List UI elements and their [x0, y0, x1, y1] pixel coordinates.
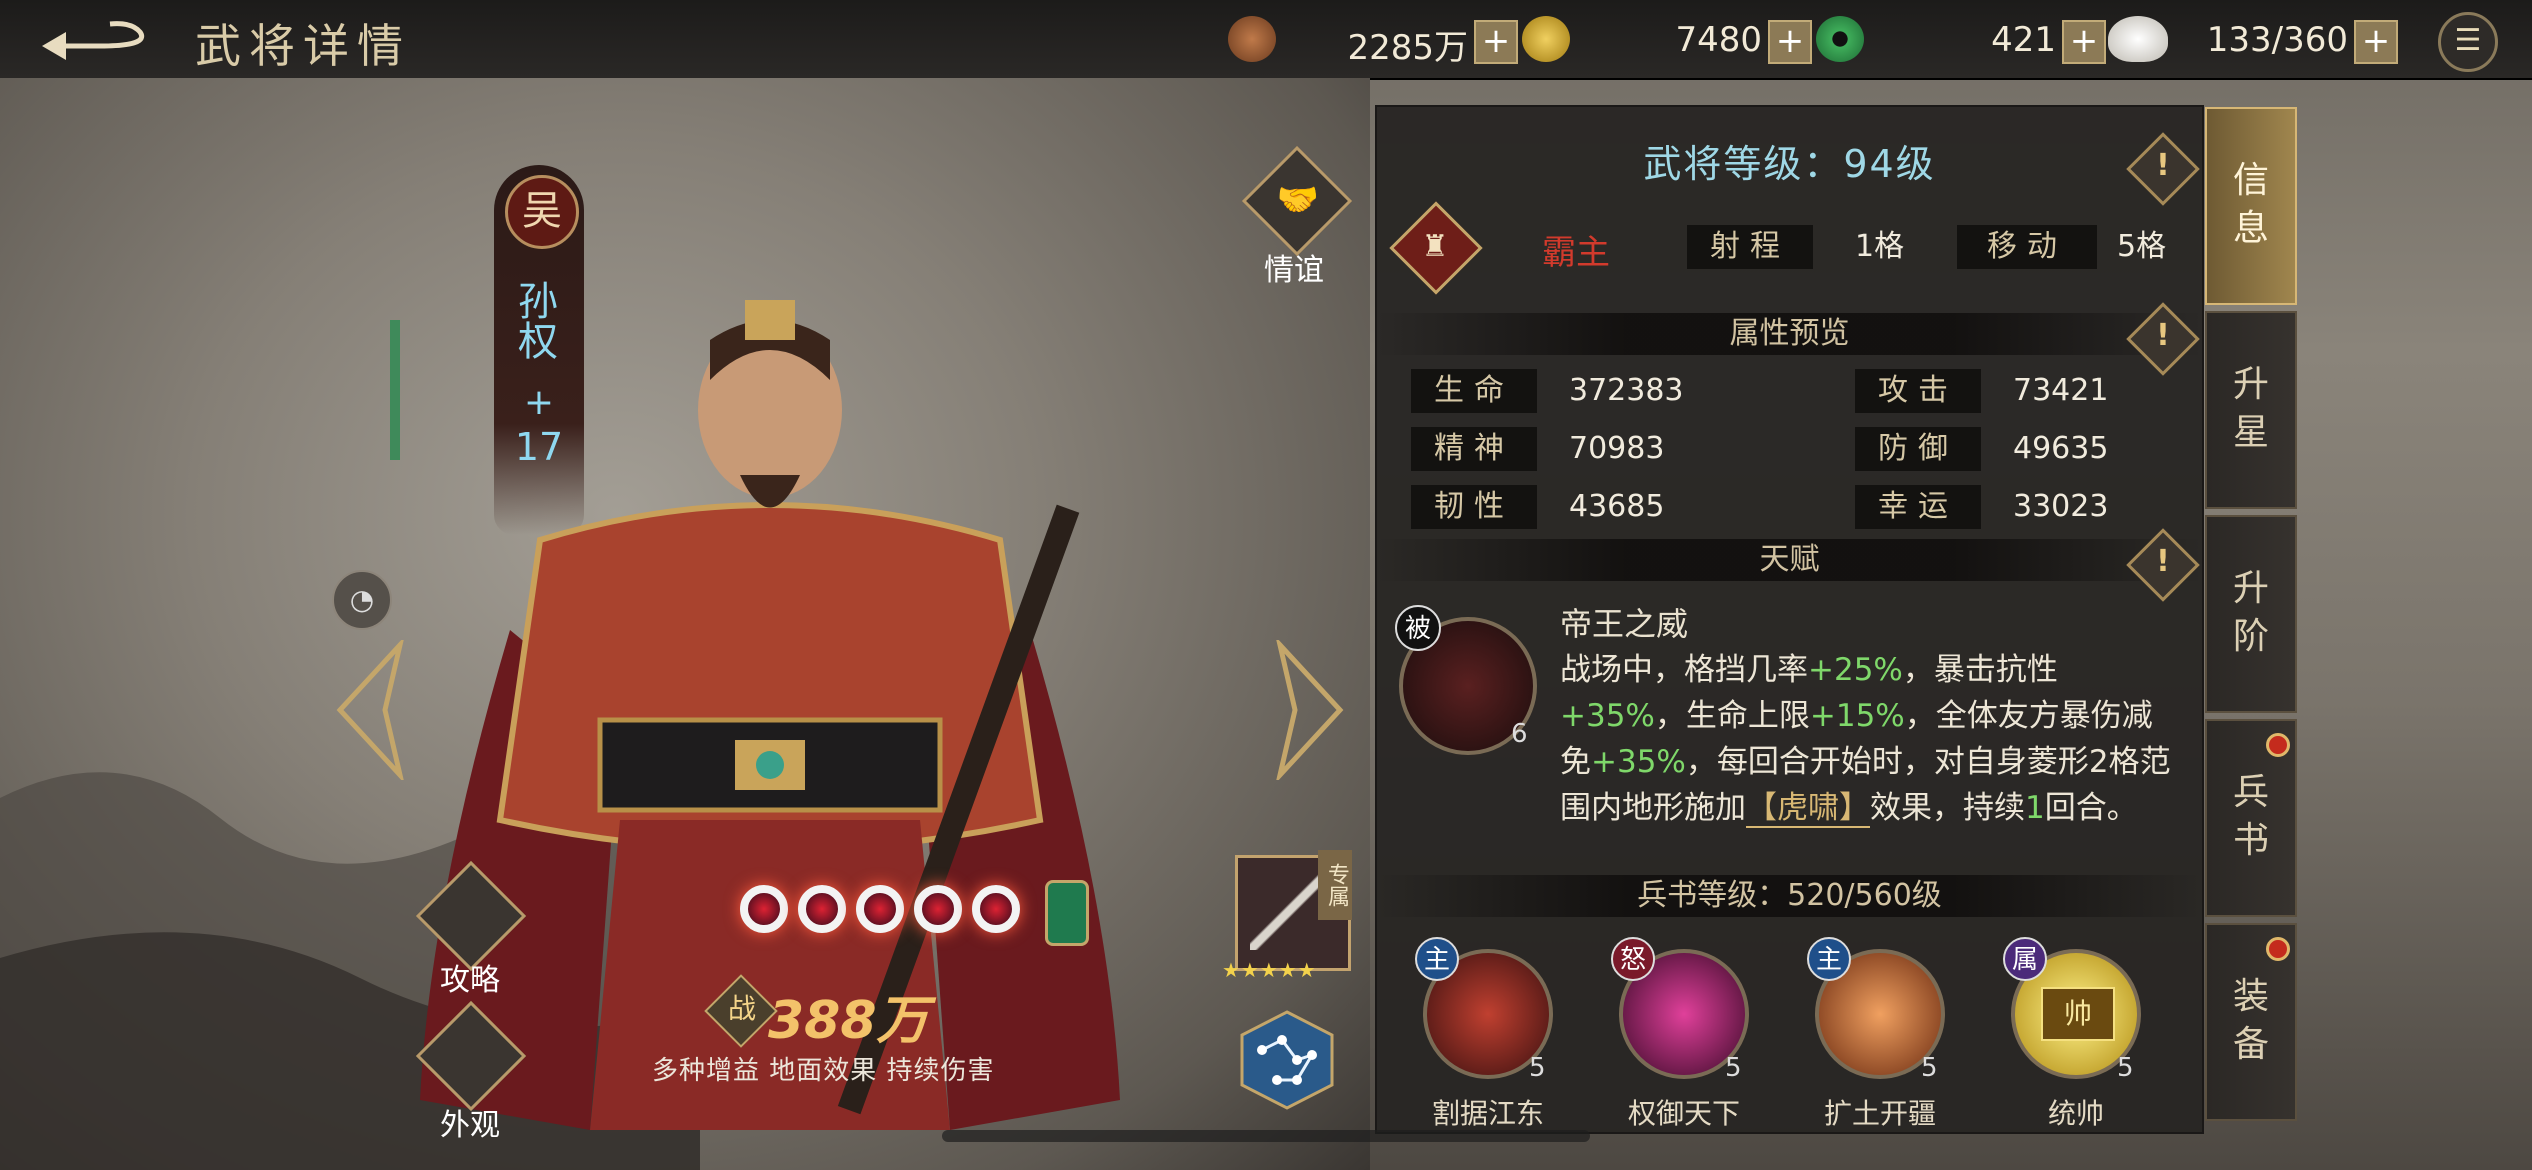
tab-info[interactable]: 信息 [2205, 107, 2297, 305]
handshake-icon: 🤝 [1276, 180, 1320, 220]
star-ring-icon [740, 885, 788, 933]
friendship-label: 情谊 [1264, 253, 1324, 288]
stat-toughness-label: 韧性 [1411, 485, 1537, 529]
home-indicator [942, 1130, 1590, 1142]
food-value: 133/360 [2206, 20, 2348, 60]
stat-defense-value: 49635 [2013, 431, 2109, 466]
resource-gold: 7480 + [1522, 14, 1812, 64]
skill-level: 5 [2117, 1053, 2134, 1083]
star-ring-icon [972, 885, 1020, 933]
skill-type-badge: 属 [2003, 937, 2047, 981]
notification-dot [2266, 937, 2290, 961]
attribute-header: 属性预览 [1377, 313, 2202, 355]
skill-name: 扩土开疆 [1823, 1097, 1936, 1130]
stat-spirit-value: 70983 [1569, 431, 1665, 466]
copper-value: 2285万 [1347, 28, 1468, 68]
page-title: 武将详情 [195, 19, 411, 73]
gold-value: 7480 [1675, 20, 1762, 60]
tab-star-up[interactable]: 升星 [2205, 311, 2297, 509]
book-level-header: 兵书等级：520/560级 [1377, 875, 2202, 917]
stat-toughness-value: 43685 [1569, 489, 1665, 524]
stat-hp-value: 372383 [1569, 373, 1684, 408]
class-name: 霸主 [1542, 233, 1610, 273]
next-hero-arrow-icon[interactable] [1270, 640, 1350, 780]
strategy-label: 攻略 [440, 963, 500, 998]
exclamation-icon: ! [2156, 318, 2170, 353]
hero-info-panel: 武将等级：94级 ! ♜ 霸主 射程 1格 移动 5格 属性预览 ! 生命 37… [1375, 105, 2204, 1134]
stat-spirit-label: 精神 [1411, 427, 1537, 471]
combat-power: 388万 [768, 991, 929, 1051]
skill-name: 权御天下 [1627, 1097, 1740, 1130]
skill-level: 5 [1725, 1053, 1742, 1083]
stat-defense-label: 防御 [1855, 427, 1981, 471]
star-ring-icon [914, 885, 962, 933]
talent-level: 6 [1511, 719, 1528, 749]
move-value: 5格 [2117, 229, 2167, 264]
hero-level: 武将等级：94级 [1643, 142, 1936, 186]
exclamation-icon: ! [2156, 148, 2170, 183]
exclamation-icon: ! [2156, 544, 2170, 579]
stat-attack-value: 73421 [2013, 373, 2109, 408]
previous-hero-arrow-icon[interactable] [330, 640, 410, 780]
skill-name: 割据江东 [1431, 1097, 1544, 1130]
power-badge-label: 战 [727, 992, 756, 1025]
appearance-label: 外观 [440, 1108, 500, 1143]
skill-level: 5 [1529, 1053, 1546, 1083]
warlord-icon: ♜ [1421, 229, 1449, 264]
star-ring-icon [798, 885, 846, 933]
jade-pendant-icon [1045, 880, 1089, 946]
resource-copper: 2285万 + [1228, 14, 1518, 68]
add-jade-button[interactable]: + [2062, 20, 2106, 64]
menu-list-icon[interactable]: ☰ [2438, 12, 2498, 72]
skill-type-badge: 怒 [1611, 937, 1655, 981]
gold-coin-icon [1522, 16, 1570, 62]
resource-jade: 421 + [1816, 14, 2106, 64]
add-gold-button[interactable]: + [1768, 20, 1812, 64]
copper-coins-icon [1228, 16, 1276, 62]
faction-badge: 吴 [505, 175, 579, 249]
star-ring-icon [856, 885, 904, 933]
back-arrow-icon[interactable] [40, 14, 160, 64]
talent-name: 帝王之威 [1560, 605, 1689, 643]
tiger-roar-keyword[interactable]: 【虎啸】 [1746, 790, 1870, 828]
stat-luck-label: 幸运 [1855, 485, 1981, 529]
tab-rank-up[interactable]: 升阶 [2205, 515, 2297, 713]
exclusive-label: 专属 [1318, 850, 1352, 920]
talent-description: 战场中，格挡几率+25%，暴击抗性+35%，生命上限+15%，全体友方暴伤减免+… [1560, 652, 2171, 828]
skill-name: 统帅 [2047, 1097, 2104, 1130]
jade-coin-icon [1816, 16, 1864, 62]
stat-hp-label: 生命 [1411, 369, 1537, 413]
range-value: 1格 [1855, 229, 1905, 264]
resource-food: 133/360 + [2108, 14, 2398, 64]
range-label: 射程 [1687, 225, 1813, 269]
constellation-icon[interactable] [1237, 1010, 1337, 1110]
steamed-bun-icon [2108, 16, 2168, 62]
move-label: 移动 [1957, 225, 2097, 269]
talent-passive-badge: 被 [1395, 605, 1441, 651]
stat-attack-label: 攻击 [1855, 369, 1981, 413]
top-bar: 武将详情 2285万 + 7480 + 421 + 133/360 + ☰ [0, 0, 2532, 80]
jade-value: 421 [1991, 20, 2056, 60]
notification-dot [2266, 733, 2290, 757]
hero-star-rings [740, 885, 1030, 937]
skill-level: 5 [1921, 1053, 1938, 1083]
hero-effect-tags: 多种增益 地面效果 持续伤害 [652, 1056, 995, 1086]
add-copper-button[interactable]: + [1474, 20, 1518, 64]
skill-type-badge: 主 [1807, 937, 1851, 981]
exclusive-stars: ★★★★★ [1222, 958, 1317, 982]
skill-type-badge: 主 [1415, 937, 1459, 981]
talent-header: 天赋 [1377, 539, 2202, 581]
voice-icon[interactable]: ◔ [332, 570, 392, 630]
stat-luck-value: 33023 [2013, 489, 2109, 524]
add-food-button[interactable]: + [2354, 20, 2398, 64]
commander-seal-icon: 帅 [2041, 987, 2115, 1041]
